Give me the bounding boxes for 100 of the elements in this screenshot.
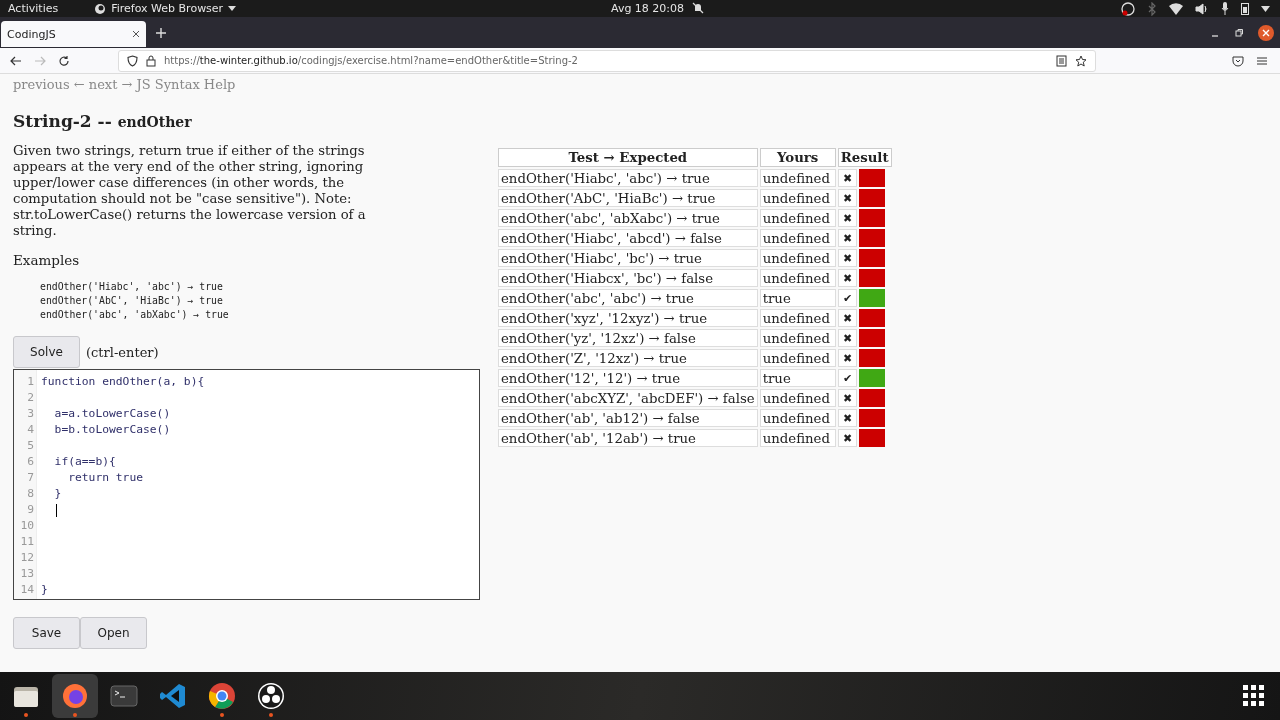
pocket-icon[interactable] xyxy=(1232,54,1244,67)
address-bar[interactable]: https://the-winter.github.io/codingjs/exercise.html?name=endOther&title=String-2 xyxy=(118,49,1096,72)
table-cell: undefined xyxy=(759,389,836,407)
bookmark-star-icon[interactable] xyxy=(1075,54,1087,67)
app-menu[interactable]: Firefox Web Browser xyxy=(94,2,237,15)
result-mark: ✔ xyxy=(837,289,857,307)
browser-tab[interactable]: CodingJS xyxy=(1,21,146,47)
reload-icon[interactable] xyxy=(58,54,70,67)
exercise-title: String-2 -- endOther xyxy=(13,111,193,131)
result-mark: ✖ xyxy=(837,229,857,247)
table-cell: endOther('yz', '12xz') → false xyxy=(498,329,758,347)
table-cell: undefined xyxy=(759,409,836,427)
result-mark: ✖ xyxy=(837,349,857,367)
reader-view-icon[interactable] xyxy=(1056,54,1067,67)
line-number: 5 xyxy=(26,438,35,454)
table-cell: undefined xyxy=(759,229,836,247)
example-line: endOther('AbC', 'HiaBc') → true xyxy=(40,294,224,308)
examples-heading: Examples xyxy=(13,252,81,268)
new-tab-icon[interactable] xyxy=(156,27,166,38)
result-mark: ✔ xyxy=(837,369,857,387)
line-number: 10 xyxy=(19,518,35,534)
table-cell: endOther('abcXYZ', 'abcDEF') → false xyxy=(498,389,758,407)
table-cell: endOther('xyz', '12xyz') → true xyxy=(498,309,758,327)
result-mark: ✖ xyxy=(837,269,857,287)
line-number: 2 xyxy=(26,390,35,406)
line-number: 3 xyxy=(26,406,35,422)
bluetooth-icon[interactable] xyxy=(1147,1,1157,16)
column-header: Test → Expected xyxy=(498,148,758,167)
table-cell: undefined xyxy=(759,269,836,287)
table-cell: undefined xyxy=(759,249,836,267)
nav-links[interactable]: previous ← next → JS Syntax Help xyxy=(13,77,236,92)
shortcut-hint: (ctrl-enter) xyxy=(86,344,159,360)
activities-button[interactable]: Activities xyxy=(8,2,59,15)
line-number: 13 xyxy=(19,566,35,582)
code-line: } xyxy=(53,486,62,502)
line-number: 6 xyxy=(26,454,35,470)
result-mark: ✖ xyxy=(837,389,857,407)
line-number: 4 xyxy=(26,422,35,438)
clock[interactable]: Avg 18 20:08 xyxy=(611,2,685,15)
code-line: if(a==b){ xyxy=(53,454,116,470)
wifi-icon[interactable] xyxy=(1169,2,1183,15)
result-mark: ✖ xyxy=(837,189,857,207)
table-cell: endOther('Hiabc', 'abc') → true xyxy=(498,169,758,187)
close-icon[interactable] xyxy=(132,30,140,38)
table-cell: endOther('ab', 'ab12') → false xyxy=(498,409,758,427)
code-line: } xyxy=(41,582,48,598)
shield-icon xyxy=(127,54,138,67)
microphone-icon[interactable] xyxy=(1221,2,1229,15)
volume-icon[interactable] xyxy=(1195,2,1209,15)
code-editor[interactable]: 1 2 3 4 5 6 7 8 9 10 11 12 13 14 function endOther(a, b){ a=a.toLowerCase() b=b.toLowerCase() if(a==b){ return true } } xyxy=(13,369,480,600)
description: Given two strings, return true if either of the strings appears at the very end of the other string, ignoring upper/lower case differences (in other words, the computation should not be "case sensitive"). Note: str.toLowerCase() returns the lowercase version of a string. xyxy=(13,143,367,239)
result-mark: ✖ xyxy=(837,329,857,347)
app-grid-icon[interactable] xyxy=(1243,685,1265,707)
line-number: 8 xyxy=(26,486,35,502)
back-icon[interactable] xyxy=(10,54,22,67)
record-icon[interactable] xyxy=(1121,1,1135,16)
table-cell: true xyxy=(759,369,836,387)
restore-icon[interactable] xyxy=(1234,27,1244,38)
battery-icon[interactable] xyxy=(1241,2,1249,15)
table-cell: undefined xyxy=(759,329,836,347)
close-icon[interactable] xyxy=(1258,24,1274,41)
example-line: endOther('abc', 'abXabc') → true xyxy=(40,308,230,322)
example-line: endOther('Hiabc', 'abc') → true xyxy=(40,280,224,294)
code-line: function endOther(a, b){ xyxy=(41,374,205,390)
table-cell: endOther('abc', 'abc') → true xyxy=(498,289,758,307)
code-line: b=b.toLowerCase() xyxy=(53,422,171,438)
code-line: return true xyxy=(67,470,144,486)
solve-button[interactable]: Solve xyxy=(13,336,80,368)
result-mark: ✖ xyxy=(837,309,857,327)
table-cell: endOther('Z', '12xz') → true xyxy=(498,349,758,367)
line-number: 7 xyxy=(26,470,35,486)
result-mark: ✖ xyxy=(837,209,857,227)
caret-icon[interactable] xyxy=(1261,5,1270,12)
table-cell: undefined xyxy=(759,429,836,447)
column-header: Result xyxy=(837,148,892,167)
table-cell: endOther('Hiabc', 'abcd') → false xyxy=(498,229,758,247)
line-number: 14 xyxy=(19,582,35,598)
column-header: Yours xyxy=(759,148,836,167)
table-cell: endOther('Hiabc', 'bc') → true xyxy=(498,249,758,267)
lock-icon xyxy=(146,54,156,67)
table-cell: endOther('12', '12') → true xyxy=(498,369,758,387)
table-cell: endOther('Hiabcx', 'bc') → false xyxy=(498,269,758,287)
table-cell: undefined xyxy=(759,209,836,227)
open-button[interactable]: Open xyxy=(80,617,147,649)
table-cell: undefined xyxy=(759,349,836,367)
result-mark: ✖ xyxy=(837,409,857,427)
result-mark: ✖ xyxy=(837,169,857,187)
table-cell: true xyxy=(759,289,836,307)
table-cell: endOther('AbC', 'HiaBc') → true xyxy=(498,189,758,207)
line-number: 9 xyxy=(26,502,35,518)
line-number: 1 xyxy=(26,374,35,390)
line-number: 11 xyxy=(19,534,35,550)
table-cell: endOther('ab', '12ab') → true xyxy=(498,429,758,447)
table-cell: undefined xyxy=(759,189,836,207)
result-mark: ✖ xyxy=(837,429,857,447)
save-button[interactable]: Save xyxy=(13,617,80,649)
bell-off-icon xyxy=(692,2,704,14)
table-cell: undefined xyxy=(759,309,836,327)
menu-icon[interactable] xyxy=(1256,54,1268,67)
table-cell: endOther('abc', 'abXabc') → true xyxy=(498,209,758,227)
